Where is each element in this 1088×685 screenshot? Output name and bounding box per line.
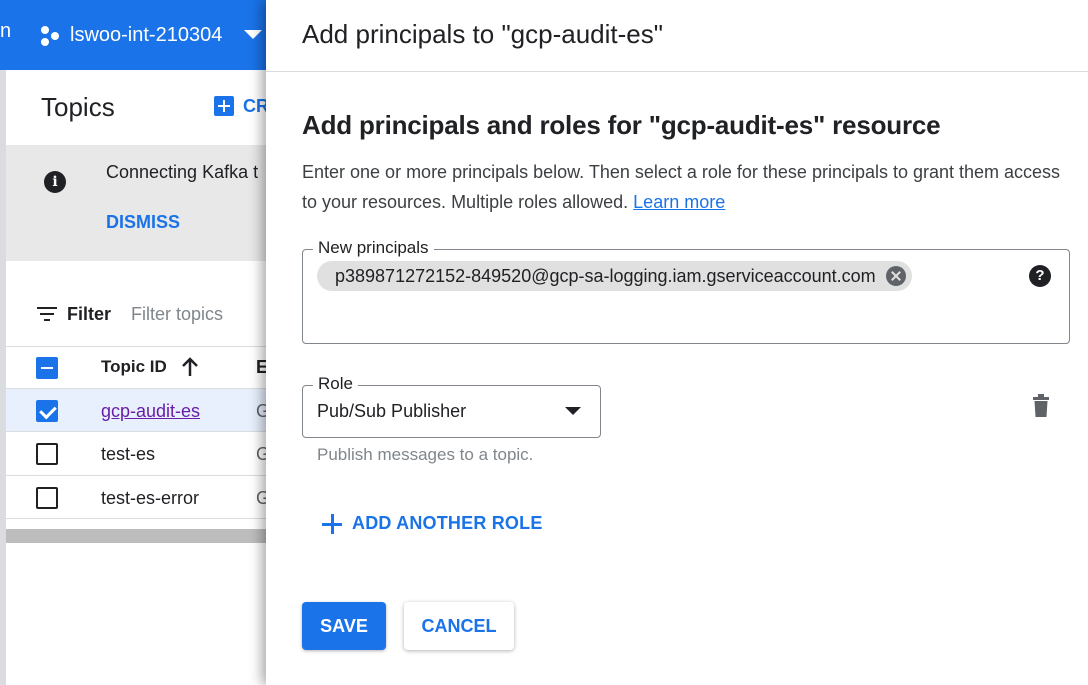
- panel-description: Enter one or more principals below. Then…: [302, 157, 1072, 217]
- principal-chip[interactable]: p389871272152-849520@gcp-sa-logging.iam.…: [317, 261, 912, 291]
- page-title: Topics: [41, 92, 115, 122]
- topic-link[interactable]: test-es-error: [101, 488, 199, 509]
- row-checkbox[interactable]: [36, 400, 58, 422]
- row-checkbox[interactable]: [36, 443, 58, 465]
- add-another-role-button[interactable]: ADD ANOTHER ROLE: [352, 513, 543, 534]
- filter-icon: [37, 306, 57, 322]
- topbar-edge-text: n: [0, 20, 12, 42]
- learn-more-link[interactable]: Learn more: [633, 192, 725, 212]
- add-principals-panel: Add principals to "gcp-audit-es" Add pri…: [266, 0, 1088, 685]
- remove-chip-icon[interactable]: [885, 266, 906, 286]
- help-icon[interactable]: ?: [1029, 265, 1051, 287]
- filter-input[interactable]: Filter topics: [131, 304, 223, 325]
- horizontal-scrollbar[interactable]: [6, 529, 266, 543]
- topic-link[interactable]: test-es: [101, 444, 155, 465]
- info-icon: i: [44, 171, 66, 193]
- panel-title: Add principals to "gcp-audit-es": [302, 19, 663, 49]
- section-title: Add principals and roles for "gcp-audit-…: [302, 110, 941, 140]
- role-helper-text: Publish messages to a topic.: [317, 445, 534, 464]
- role-select-value: Pub/Sub Publisher: [317, 401, 467, 421]
- panel-header: Add principals to "gcp-audit-es": [266, 0, 1088, 72]
- new-principals-label: New principals: [313, 238, 434, 258]
- save-button[interactable]: SAVE: [302, 602, 386, 650]
- column-header-topic-id[interactable]: Topic ID: [101, 357, 167, 377]
- project-hexagon-icon[interactable]: [38, 24, 62, 48]
- select-all-checkbox[interactable]: [36, 357, 58, 379]
- project-selector-label[interactable]: lswoo-int-210304: [70, 24, 222, 47]
- sort-ascending-icon[interactable]: [180, 357, 200, 377]
- role-label: Role: [313, 374, 358, 394]
- plus-icon[interactable]: [322, 514, 342, 534]
- trash-icon[interactable]: [1031, 394, 1051, 418]
- caret-down-icon[interactable]: [244, 30, 262, 39]
- principal-chip-label: p389871272152-849520@gcp-sa-logging.iam.…: [335, 266, 876, 286]
- row-checkbox[interactable]: [36, 487, 58, 509]
- cancel-button[interactable]: CANCEL: [404, 602, 514, 650]
- new-principals-field[interactable]: New principals p389871272152-849520@gcp-…: [302, 238, 1070, 344]
- caret-down-icon: [565, 407, 581, 415]
- filter-label: Filter: [67, 304, 112, 324]
- add-box-icon[interactable]: [214, 96, 234, 116]
- banner-message: Connecting Kafka t: [106, 162, 259, 182]
- dismiss-button[interactable]: DISMISS: [106, 212, 180, 233]
- role-select[interactable]: Role Pub/Sub Publisher: [302, 374, 601, 438]
- topic-link[interactable]: gcp-audit-es: [101, 401, 200, 422]
